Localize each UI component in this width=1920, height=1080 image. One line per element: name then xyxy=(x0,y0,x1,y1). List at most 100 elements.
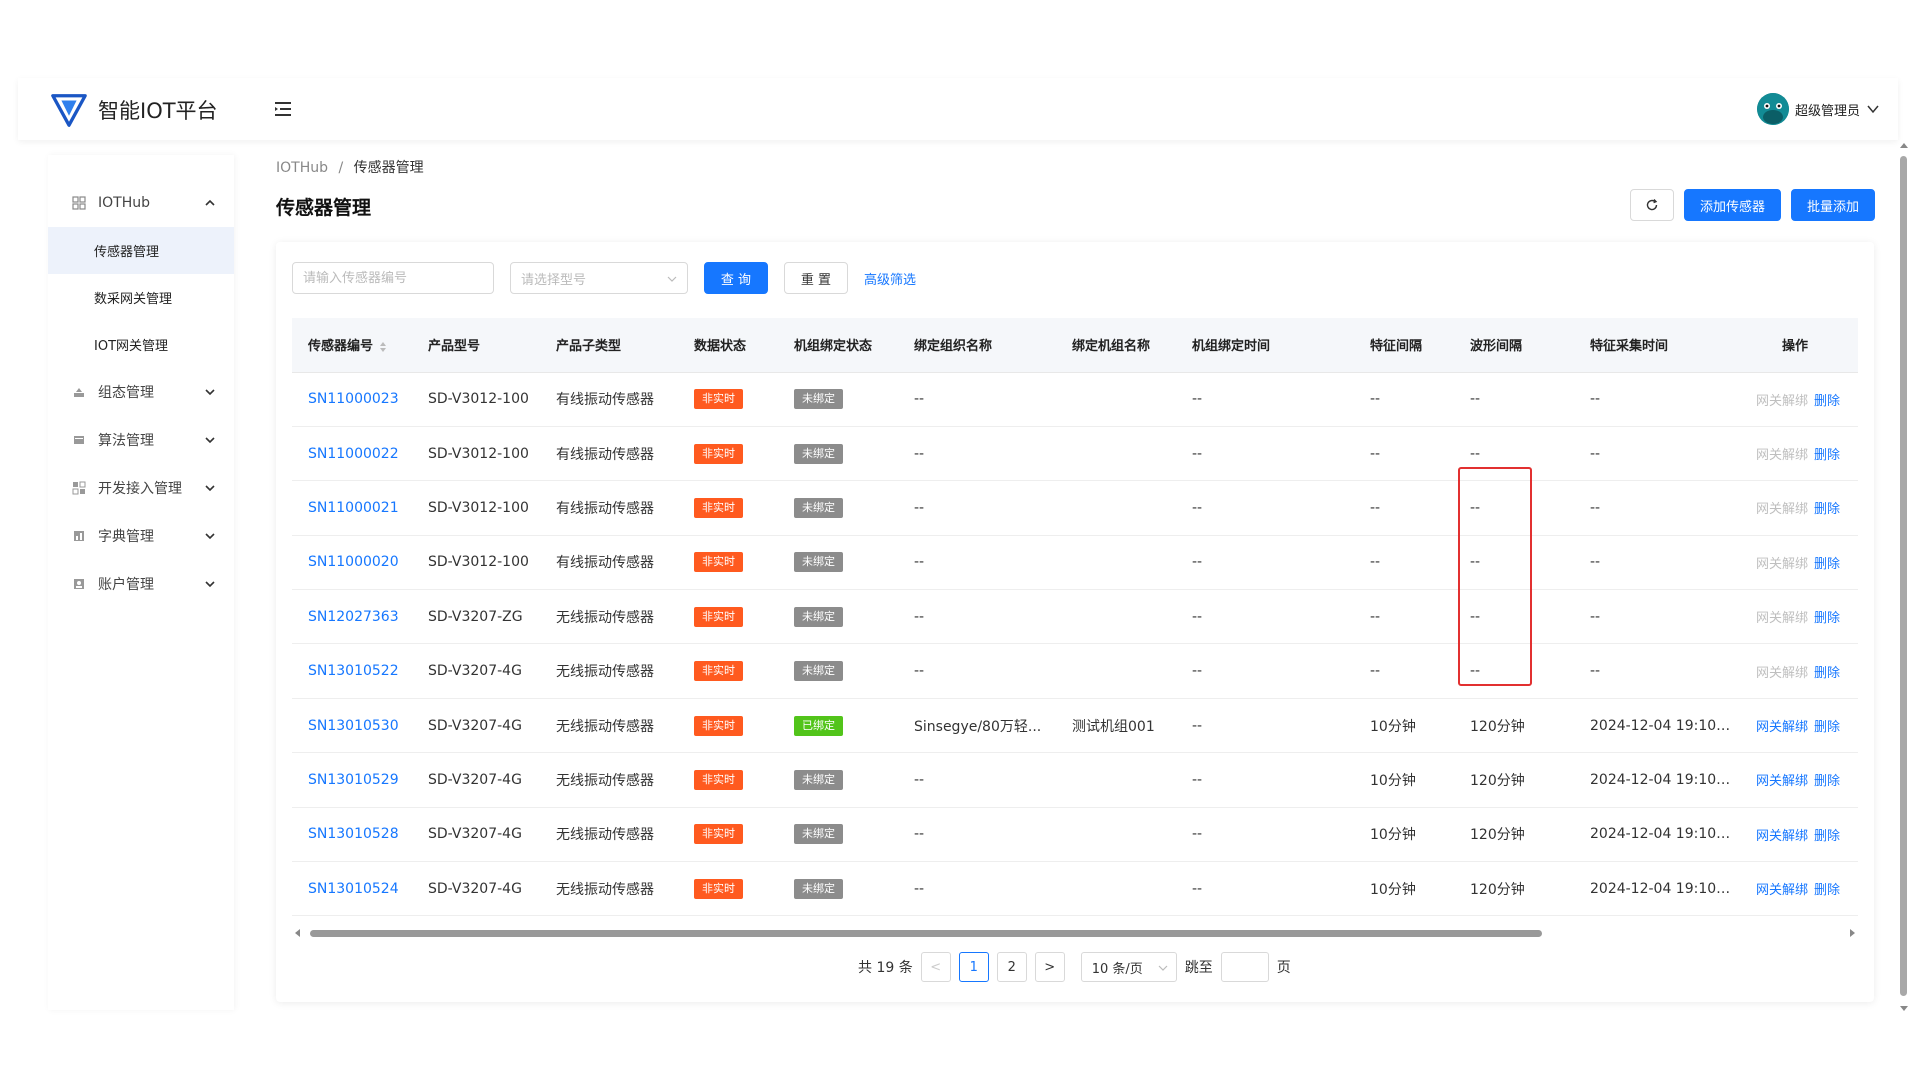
cell-unit xyxy=(1056,426,1176,482)
sensor-sn-link[interactable]: SN11000023 xyxy=(308,391,399,407)
user-menu[interactable]: 超级管理员 xyxy=(1756,92,1880,126)
sidebar-group-developer[interactable]: 开发接入管理 xyxy=(48,464,234,512)
sensor-sn-link[interactable]: SN11000020 xyxy=(308,554,399,570)
top-header: 智能IOT平台 超级管理员 xyxy=(18,78,1898,140)
cell-text: -- xyxy=(1470,391,1481,408)
cell-unit xyxy=(1056,589,1176,645)
scroll-left-icon[interactable] xyxy=(294,929,302,937)
cell-text: 无线振动传感器 xyxy=(556,881,654,898)
cell-bind-time: -- xyxy=(1176,807,1354,863)
cell-text: SD-V3207-4G xyxy=(428,771,522,788)
layers-icon xyxy=(74,388,84,397)
scroll-right-icon[interactable] xyxy=(1848,929,1856,937)
sensor-sn-link[interactable]: SN13010529 xyxy=(308,772,399,788)
sensor-sn-link[interactable]: SN13010528 xyxy=(308,826,399,842)
column-header: 数据状态 xyxy=(678,318,778,373)
cell-sn: SN11000022 xyxy=(292,426,412,482)
sidebar-group-config[interactable]: 组态管理 xyxy=(48,368,234,416)
sidebar-group-dictionary[interactable]: 字典管理 xyxy=(48,512,234,560)
sensor-table: 传感器编号 产品型号 产品子类型 数据状态 机组绑定状态 绑定组织名称 绑定机组… xyxy=(292,318,1858,917)
account-icon xyxy=(74,579,84,589)
sensor-sn-input[interactable] xyxy=(292,262,494,294)
sensor-sn-link[interactable]: SN11000021 xyxy=(308,500,399,516)
breadcrumb-root[interactable]: IOTHub xyxy=(276,160,328,176)
scroll-up-icon[interactable] xyxy=(1900,142,1908,150)
column-header[interactable]: 传感器编号 xyxy=(292,318,412,373)
sidebar-group-iothub[interactable]: IOTHub xyxy=(48,179,234,227)
database-icon xyxy=(74,436,84,444)
delete-button[interactable]: 删除 xyxy=(1814,774,1840,789)
menu-toggle-icon[interactable] xyxy=(272,98,294,120)
jump-label: 跳至 xyxy=(1184,960,1213,976)
cell-data-status: 非实时 xyxy=(678,807,778,863)
cell-wave-int: -- xyxy=(1454,589,1574,645)
delete-button[interactable]: 删除 xyxy=(1814,666,1840,681)
sidebar-item-iot-gateway[interactable]: IOT网关管理 xyxy=(48,321,234,368)
sidebar-group-algorithm[interactable]: 算法管理 xyxy=(48,416,234,464)
query-button[interactable]: 查 询 xyxy=(704,262,768,294)
cell-model: SD-V3207-4G xyxy=(412,807,540,863)
chevron-down-icon[interactable] xyxy=(1866,102,1880,116)
vertical-scrollbar[interactable] xyxy=(1898,142,1910,1012)
page-button-2[interactable]: 2 xyxy=(996,952,1027,982)
cell-unit xyxy=(1056,480,1176,536)
chevron-down-icon xyxy=(667,276,677,282)
sensor-sn-link[interactable]: SN11000022 xyxy=(308,446,399,462)
model-select[interactable]: 请选择型号 xyxy=(510,262,688,294)
gateway-unbind-button: 网关解绑 xyxy=(1756,448,1809,464)
column-header: 产品型号 xyxy=(412,318,540,373)
cell-text: -- xyxy=(1192,554,1203,571)
cell-text: 10分钟 xyxy=(1370,827,1416,844)
cell-model: SD-V3207-ZG xyxy=(412,589,540,645)
vertical-scroll-thumb[interactable] xyxy=(1900,156,1907,996)
sidebar-item-sensor-management[interactable]: 传感器管理 xyxy=(48,227,234,274)
delete-button[interactable]: 删除 xyxy=(1814,394,1840,409)
page-size-select[interactable]: 10 条/页 xyxy=(1080,952,1177,982)
sensor-sn-link[interactable]: SN13010524 xyxy=(308,881,399,897)
logo-icon xyxy=(51,94,87,127)
cell-operations: 网关解绑 删除 xyxy=(1732,426,1858,482)
cell-wave-int: -- xyxy=(1454,426,1574,482)
delete-button[interactable]: 删除 xyxy=(1814,448,1840,463)
delete-button[interactable]: 删除 xyxy=(1814,611,1840,626)
sensor-sn-link[interactable]: SN13010530 xyxy=(308,718,399,734)
cell-org: -- xyxy=(898,480,1056,536)
delete-button[interactable]: 删除 xyxy=(1814,557,1840,572)
gateway-unbind-button[interactable]: 网关解绑 xyxy=(1756,774,1808,789)
sidebar-item-label: 数采网关管理 xyxy=(94,292,173,307)
cell-text: 2024-12-04 19:10:00 xyxy=(1590,717,1732,734)
sensor-sn-link[interactable]: SN13010522 xyxy=(308,663,399,679)
avatar[interactable] xyxy=(1756,93,1789,125)
page-title: 传感器管理 xyxy=(276,197,372,219)
cell-unit xyxy=(1056,535,1176,591)
prev-page-button[interactable]: < xyxy=(920,952,951,982)
delete-button[interactable]: 删除 xyxy=(1814,829,1840,844)
sort-icon[interactable] xyxy=(379,341,387,353)
cell-text: -- xyxy=(1470,554,1481,571)
page-button-1[interactable]: 1 xyxy=(958,952,989,982)
cell-text: -- xyxy=(1470,608,1481,625)
table-row: SN13010528 SD-V3207-4G 无线振动传感器 非实时 未绑定 -- -- 10… xyxy=(292,807,1858,863)
reset-button[interactable]: 重 置 xyxy=(784,262,848,294)
sensor-sn-link[interactable]: SN12027363 xyxy=(308,609,399,625)
cell-feat-int: 10分钟 xyxy=(1354,698,1454,754)
horizontal-scroll-thumb[interactable] xyxy=(310,930,1542,937)
delete-button[interactable]: 删除 xyxy=(1814,720,1840,735)
add-sensor-button[interactable]: 添加传感器 xyxy=(1683,189,1781,221)
next-page-button[interactable]: > xyxy=(1034,952,1065,982)
refresh-button[interactable] xyxy=(1629,189,1674,221)
gateway-unbind-button[interactable]: 网关解绑 xyxy=(1756,883,1808,898)
delete-button[interactable]: 删除 xyxy=(1814,502,1840,517)
horizontal-scrollbar[interactable] xyxy=(292,926,1858,940)
gateway-unbind-button[interactable]: 网关解绑 xyxy=(1756,829,1808,844)
logo[interactable]: 智能IOT平台 xyxy=(50,88,250,132)
batch-add-button[interactable]: 批量添加 xyxy=(1790,189,1875,221)
scroll-down-icon[interactable] xyxy=(1900,1004,1908,1012)
delete-button[interactable]: 删除 xyxy=(1814,883,1840,898)
sidebar-group-account[interactable]: 账户管理 xyxy=(48,560,234,608)
sidebar-item-daq-gateway[interactable]: 数采网关管理 xyxy=(48,274,234,321)
advanced-filter-link[interactable]: 高级筛选 xyxy=(864,269,916,288)
cell-text: 10分钟 xyxy=(1370,718,1416,735)
jump-page-input[interactable] xyxy=(1220,952,1269,982)
gateway-unbind-button[interactable]: 网关解绑 xyxy=(1756,720,1808,735)
